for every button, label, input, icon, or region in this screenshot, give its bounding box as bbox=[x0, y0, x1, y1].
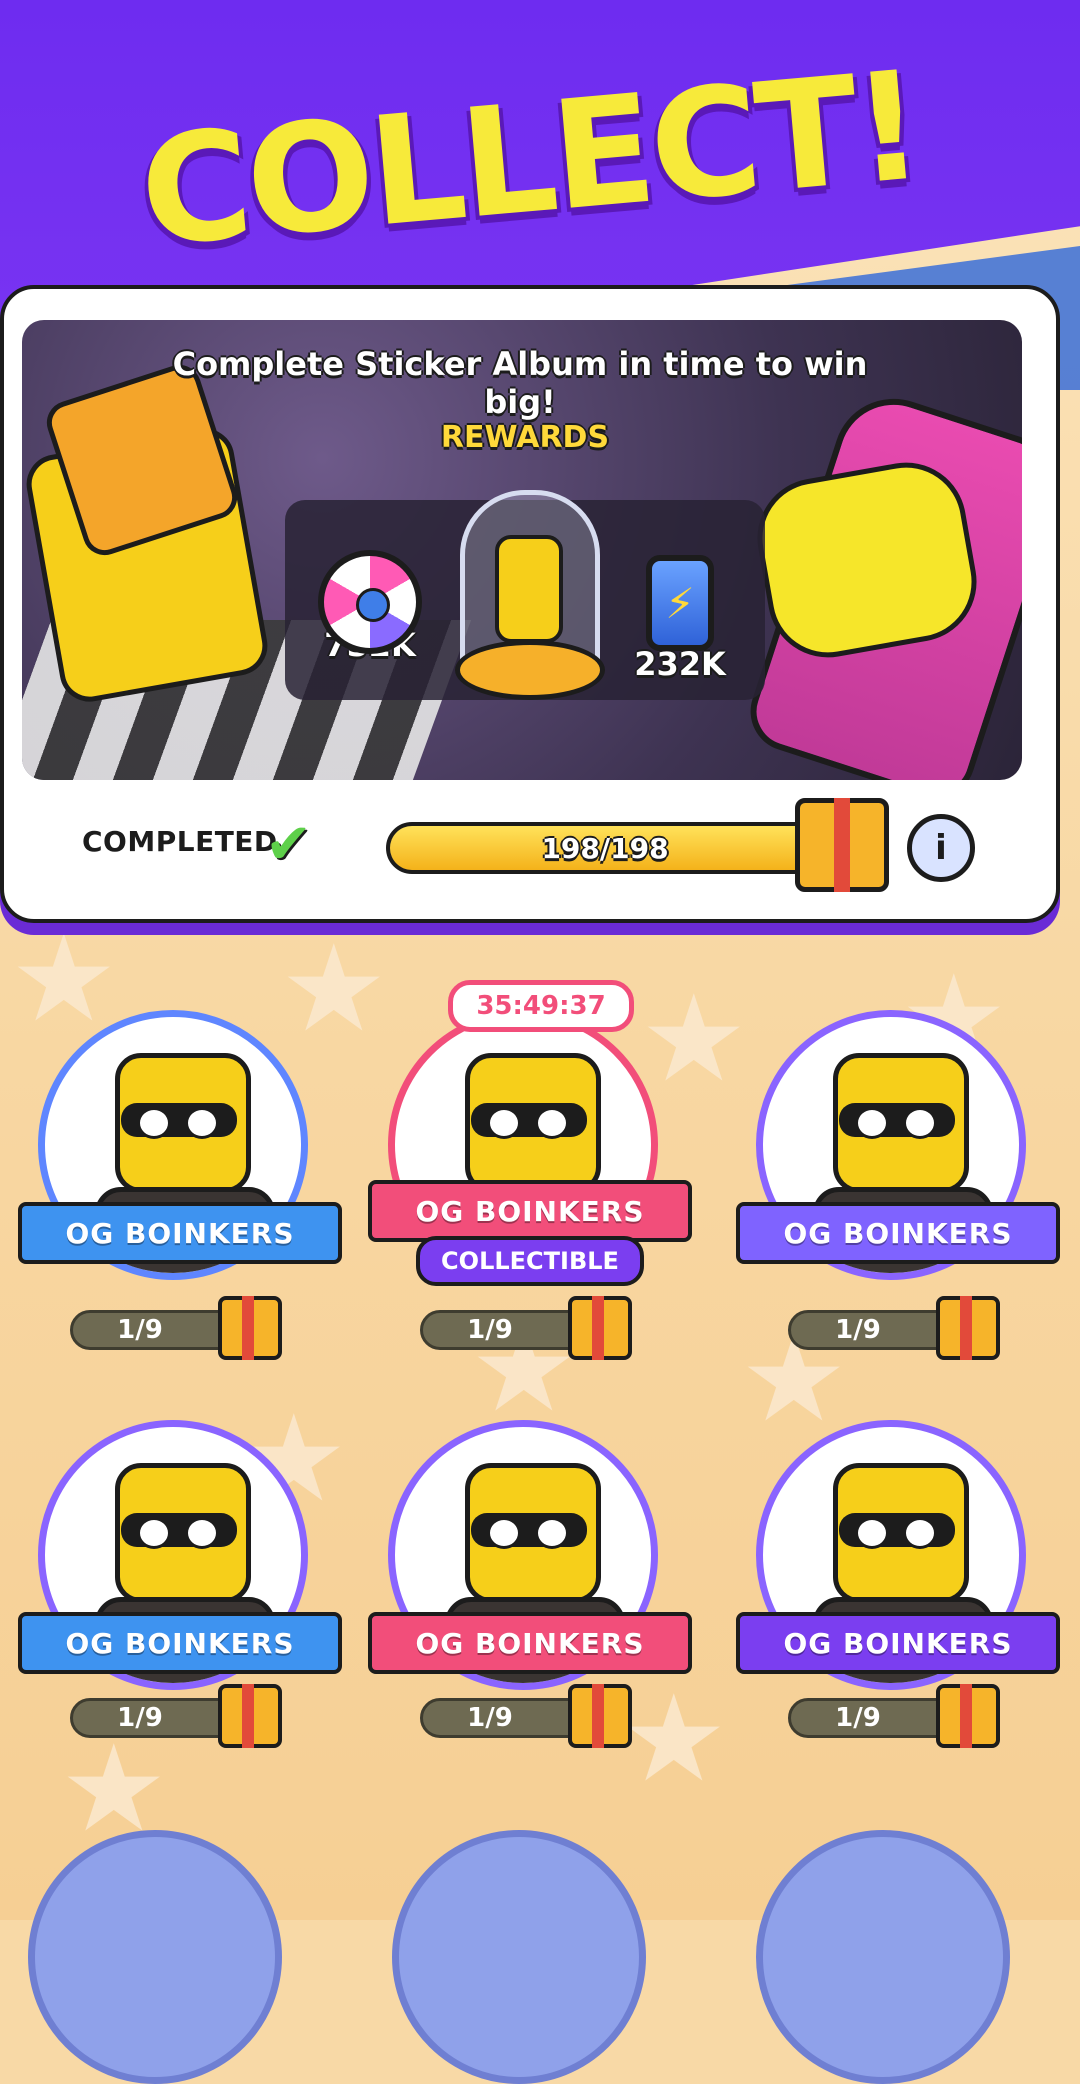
reward-spins: 752K bbox=[310, 550, 430, 664]
gift-icon[interactable] bbox=[795, 798, 889, 892]
gift-icon[interactable] bbox=[568, 1684, 632, 1748]
gift-icon[interactable] bbox=[218, 1296, 282, 1360]
sticker-portrait-placeholder bbox=[28, 1830, 282, 2084]
reward-energy-value: 232K bbox=[634, 645, 726, 683]
character-eye bbox=[855, 1107, 889, 1139]
character-eye bbox=[137, 1517, 171, 1549]
sticker-ribbon: OG BOINKERS bbox=[18, 1202, 342, 1264]
spin-wheel-icon bbox=[318, 550, 422, 654]
character-eye bbox=[535, 1517, 569, 1549]
sticker-tile[interactable]: OG BOINKERS 1/9 bbox=[368, 1420, 698, 1780]
character-eye bbox=[137, 1107, 171, 1139]
character-eye bbox=[903, 1107, 937, 1139]
energy-battery-icon: ⚡ bbox=[646, 555, 714, 651]
collectible-tag: COLLECTIBLE bbox=[416, 1236, 644, 1286]
sticker-portrait-placeholder bbox=[392, 1830, 646, 2084]
character-eye bbox=[185, 1517, 219, 1549]
sticker-tile[interactable]: OG BOINKERS 1/9 bbox=[736, 1010, 1066, 1370]
sticker-tile[interactable]: 35:49:37 OG BOINKERS COLLECTIBLE 1/9 bbox=[368, 980, 698, 1370]
gift-icon[interactable] bbox=[936, 1684, 1000, 1748]
gift-icon[interactable] bbox=[568, 1296, 632, 1360]
rewards-label: REWARDS bbox=[440, 420, 610, 455]
sticker-ribbon: OG BOINKERS bbox=[736, 1202, 1060, 1264]
gift-icon[interactable] bbox=[218, 1684, 282, 1748]
character-eye bbox=[487, 1107, 521, 1139]
dome-base bbox=[455, 640, 605, 700]
sticker-tile[interactable]: OG BOINKERS 1/9 bbox=[18, 1420, 348, 1780]
sticker-ribbon: OG BOINKERS bbox=[18, 1612, 342, 1674]
checkmark-icon: ✔ bbox=[265, 812, 312, 877]
progress-text: 198/198 bbox=[541, 831, 669, 865]
sticker-ribbon: OG BOINKERS bbox=[736, 1612, 1060, 1674]
character-eye bbox=[855, 1517, 889, 1549]
album-progress-bar: 198/198 bbox=[386, 822, 824, 874]
sticker-tile[interactable]: OG BOINKERS 1/9 bbox=[736, 1420, 1066, 1780]
reward-character bbox=[495, 535, 563, 643]
info-button[interactable]: i bbox=[907, 814, 975, 882]
gift-icon[interactable] bbox=[936, 1296, 1000, 1360]
sticker-ribbon: OG BOINKERS bbox=[368, 1612, 692, 1674]
character-eye bbox=[535, 1107, 569, 1139]
sticker-timer: 35:49:37 bbox=[448, 980, 634, 1032]
sticker-tile[interactable]: OG BOINKERS 1/9 bbox=[18, 1010, 348, 1370]
sticker-ribbon: OG BOINKERS bbox=[368, 1180, 692, 1242]
completed-label: COMPLETED bbox=[82, 825, 278, 858]
character-eye bbox=[903, 1517, 937, 1549]
album-tagline: Complete Sticker Album in time to win bi… bbox=[172, 345, 868, 421]
character-eye bbox=[185, 1107, 219, 1139]
character-eye bbox=[487, 1517, 521, 1549]
reward-energy: ⚡ 232K bbox=[620, 555, 740, 683]
sticker-portrait-placeholder bbox=[756, 1830, 1010, 2084]
